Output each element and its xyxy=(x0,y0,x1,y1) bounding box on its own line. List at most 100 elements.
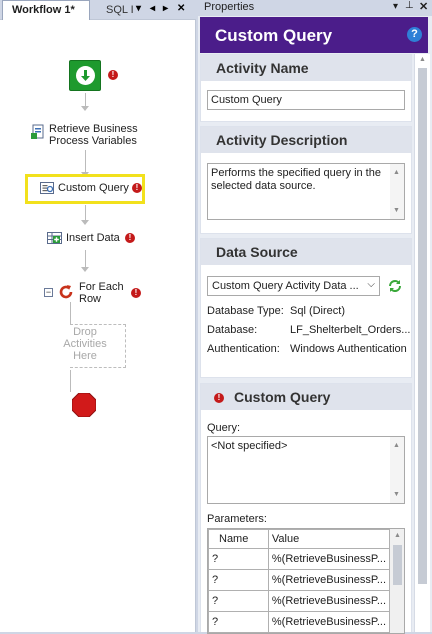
drop-zone-line: Activities xyxy=(63,338,107,350)
node-custom-query[interactable]: Custom Query ! xyxy=(25,174,145,204)
node-label-line: For Each xyxy=(79,281,124,293)
panel-options-icon[interactable]: ▾ xyxy=(393,1,398,12)
error-icon: ! xyxy=(214,393,224,403)
scroll-down-icon[interactable]: ▼ xyxy=(393,488,400,501)
scrollbar-thumb[interactable] xyxy=(393,545,402,585)
collapse-toggle[interactable]: − xyxy=(44,288,53,297)
scroll-up-icon[interactable]: ▲ xyxy=(393,439,400,452)
table-row[interactable]: ? %(RetrieveBusinessP... xyxy=(208,611,391,633)
scrollbar-thumb[interactable] xyxy=(418,68,427,584)
activity-name-section: Activity Name Custom Query xyxy=(200,54,412,122)
properties-panel-title: Properties xyxy=(204,1,255,13)
drop-activities-here[interactable]: Drop Activities Here xyxy=(56,326,114,362)
connector-line xyxy=(85,150,86,173)
section-title-activity-description[interactable]: Activity Description xyxy=(201,127,411,153)
connector-arrow xyxy=(81,106,89,111)
scroll-up-icon[interactable]: ▲ xyxy=(394,532,401,539)
tab-workflow-1[interactable]: Workflow 1* xyxy=(2,0,90,20)
insert-data-icon xyxy=(47,230,63,246)
stop-node[interactable] xyxy=(71,392,97,418)
authentication-label: Authentication: xyxy=(207,343,280,355)
scroll-up-icon[interactable]: ▲ xyxy=(393,166,400,179)
activity-name-input[interactable]: Custom Query xyxy=(207,90,405,110)
database-value: LF_Shelterbelt_Orders... xyxy=(290,324,411,336)
connector-arrow xyxy=(81,267,89,272)
scroll-tabs-left-icon[interactable]: ◂ xyxy=(150,3,155,14)
node-insert-data[interactable]: Insert Data xyxy=(66,232,120,244)
error-icon: ! xyxy=(132,183,142,193)
param-value-cell[interactable]: %(RetrieveBusinessP... xyxy=(267,569,391,591)
section-title-activity-name[interactable]: Activity Name xyxy=(201,55,411,81)
query-scrollbar[interactable]: ▲ ▼ xyxy=(390,437,404,503)
query-input[interactable]: <Not specified> ▲ ▼ xyxy=(207,436,405,504)
table-row[interactable]: ? %(RetrieveBusinessP... xyxy=(208,590,391,612)
parameters-label: Parameters: xyxy=(207,513,267,525)
column-header-value[interactable]: Value xyxy=(267,529,391,549)
param-value-cell[interactable]: %(RetrieveBusinessP... xyxy=(267,548,391,570)
node-label-line: Process Variables xyxy=(49,135,137,147)
tab-list-dropdown-icon[interactable]: ▾ xyxy=(136,3,141,14)
connector-line xyxy=(70,370,71,392)
node-retrieve-business-process-variables[interactable]: Retrieve Business Process Variables xyxy=(49,123,138,147)
parameters-grid: Name Value ? %(RetrieveBusinessP... ? %(… xyxy=(207,528,405,634)
properties-titlebar: Properties ▾ ⊥ ✕ xyxy=(198,0,432,16)
param-name-cell[interactable]: ? xyxy=(208,548,269,570)
node-label-line: Row xyxy=(79,293,102,305)
scroll-up-icon[interactable]: ▲ xyxy=(419,56,426,63)
query-value: <Not specified> xyxy=(211,440,288,452)
authentication-row: Authentication: Windows Authentication xyxy=(207,343,407,355)
drop-zone-line: Here xyxy=(73,350,97,362)
scroll-down-icon[interactable]: ▼ xyxy=(393,204,400,217)
database-row: Database: LF_Shelterbelt_Orders... xyxy=(207,324,410,336)
connector-line xyxy=(70,302,71,324)
properties-panel: Properties ▾ ⊥ ✕ Custom Query ? Activity… xyxy=(198,0,432,634)
column-header-name[interactable]: Name xyxy=(208,529,269,549)
help-icon[interactable]: ? xyxy=(407,27,422,42)
error-icon: ! xyxy=(125,233,135,243)
connector-line xyxy=(85,93,86,107)
param-name-cell[interactable]: ? xyxy=(208,569,269,591)
table-row[interactable]: ? %(RetrieveBusinessP... xyxy=(208,569,391,591)
table-row[interactable]: ? %(RetrieveBusinessP... xyxy=(208,548,391,570)
properties-scrollbar[interactable]: ▲ xyxy=(414,54,430,632)
tab-sql[interactable]: SQL I xyxy=(92,2,136,20)
start-node[interactable] xyxy=(69,60,101,91)
document-tab-bar: Workflow 1* SQL I ▾ ◂ ▸ ✕ xyxy=(0,0,196,20)
parameters-table: Name Value ? %(RetrieveBusinessP... ? %(… xyxy=(208,529,391,633)
section-title-custom-query[interactable]: Custom Query xyxy=(201,384,411,410)
node-for-each-row[interactable]: For Each Row xyxy=(79,281,124,305)
database-label: Database: xyxy=(207,324,258,336)
scroll-tabs-right-icon[interactable]: ▸ xyxy=(163,3,168,14)
parameters-header-row: Name Value xyxy=(208,529,391,549)
authentication-value: Windows Authentication xyxy=(290,343,407,355)
data-source-section: Data Source Custom Query Activity Data .… xyxy=(200,238,412,378)
connector-arrow xyxy=(81,220,89,225)
node-label-line: Retrieve Business xyxy=(49,123,138,135)
section-title-data-source[interactable]: Data Source xyxy=(201,239,411,265)
node-label: Custom Query xyxy=(58,182,129,194)
parameters-scrollbar[interactable]: ▲ xyxy=(390,529,404,633)
error-icon: ! xyxy=(131,288,141,298)
param-name-cell[interactable]: ? xyxy=(208,590,269,612)
dropdown-chevron-icon: ⌵ xyxy=(367,279,375,290)
stop-icon xyxy=(71,392,97,418)
param-value-cell[interactable]: %(RetrieveBusinessP... xyxy=(267,590,391,612)
refresh-icon[interactable] xyxy=(387,278,403,294)
activity-description-input[interactable]: Performs the specified query in the sele… xyxy=(207,163,405,220)
activity-description-text: Performs the specified query in the sele… xyxy=(211,167,381,192)
close-icon[interactable]: ✕ xyxy=(419,0,428,13)
description-scrollbar[interactable]: ▲ ▼ xyxy=(390,164,404,219)
param-value-cell[interactable]: %(RetrieveBusinessP... xyxy=(267,611,391,633)
error-icon: ! xyxy=(108,70,118,80)
pin-icon[interactable]: ⊥ xyxy=(405,0,414,11)
data-source-select[interactable]: Custom Query Activity Data ... ⌵ xyxy=(207,276,380,296)
database-type-value: Sql (Direct) xyxy=(290,305,346,317)
data-source-selected-value: Custom Query Activity Data ... xyxy=(212,280,359,292)
activity-description-section: Activity Description Performs the specif… xyxy=(200,126,412,234)
query-icon xyxy=(40,181,55,196)
connector-line xyxy=(85,250,86,268)
drop-zone-line: Drop xyxy=(73,326,97,338)
close-tab-icon[interactable]: ✕ xyxy=(177,3,185,14)
param-name-cell[interactable]: ? xyxy=(208,611,269,633)
properties-header: Custom Query ? xyxy=(200,17,428,53)
